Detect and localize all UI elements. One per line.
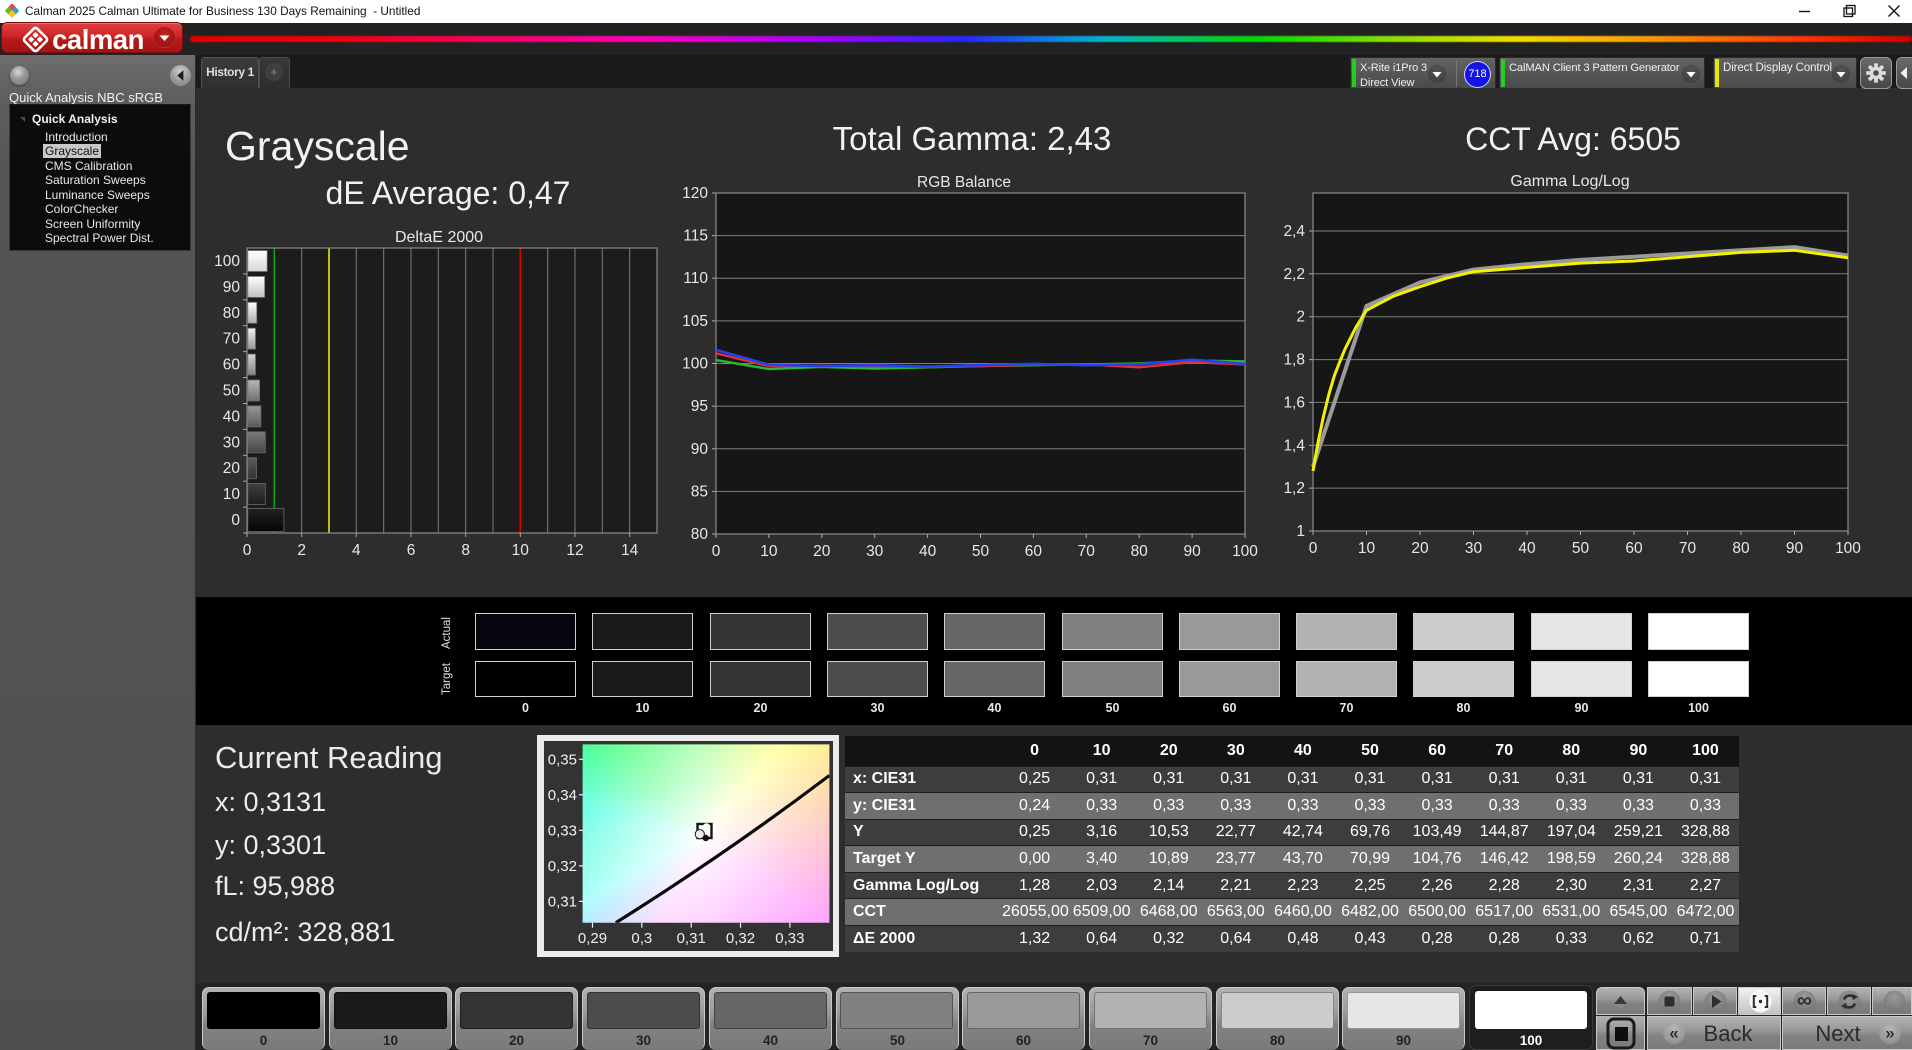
svg-text:0,32: 0,32 xyxy=(548,858,577,875)
svg-text:100: 100 xyxy=(214,253,240,270)
svg-text:80: 80 xyxy=(1732,540,1750,557)
svg-text:120: 120 xyxy=(682,185,708,202)
svg-text:«: « xyxy=(1669,1024,1678,1043)
svg-text:40: 40 xyxy=(919,543,937,560)
svg-text:20: 20 xyxy=(223,460,241,477)
svg-text:1,6: 1,6 xyxy=(1283,394,1305,411)
svg-text:0,33: 0,33 xyxy=(548,822,577,839)
svg-text:1,4: 1,4 xyxy=(1283,437,1305,454)
svg-text:12: 12 xyxy=(566,542,583,559)
svg-text:0: 0 xyxy=(243,542,252,559)
svg-text:2,2: 2,2 xyxy=(1283,266,1305,283)
svg-text:Total Gamma: 2,43: Total Gamma: 2,43 xyxy=(833,120,1112,157)
svg-text:40: 40 xyxy=(1518,540,1536,557)
svg-text:10: 10 xyxy=(512,542,530,559)
svg-text:8: 8 xyxy=(461,542,470,559)
svg-text:90: 90 xyxy=(1786,540,1804,557)
svg-text:50: 50 xyxy=(972,543,990,560)
svg-text:80: 80 xyxy=(223,305,241,322)
svg-text:0,31: 0,31 xyxy=(548,893,577,910)
svg-text:90: 90 xyxy=(691,441,709,458)
svg-text:»: » xyxy=(1885,1024,1894,1043)
svg-text:0,31: 0,31 xyxy=(677,930,706,947)
svg-text:30: 30 xyxy=(866,543,884,560)
svg-text:10: 10 xyxy=(223,486,241,503)
svg-text:105: 105 xyxy=(682,313,708,330)
svg-text:Grayscale: Grayscale xyxy=(225,123,410,169)
svg-text:14: 14 xyxy=(621,542,639,559)
svg-text:2: 2 xyxy=(297,542,306,559)
svg-text:0,34: 0,34 xyxy=(548,787,577,804)
svg-text:CCT Avg: 6505: CCT Avg: 6505 xyxy=(1465,121,1681,157)
svg-text:30: 30 xyxy=(223,434,241,451)
svg-text:Next: Next xyxy=(1815,1021,1860,1046)
svg-text:95: 95 xyxy=(691,398,708,415)
svg-text:10: 10 xyxy=(1358,540,1376,557)
svg-text:0,3: 0,3 xyxy=(631,930,652,947)
svg-text:∞: ∞ xyxy=(1797,989,1812,1012)
svg-text:110: 110 xyxy=(683,270,708,287)
svg-text:0: 0 xyxy=(712,543,721,560)
svg-text:20: 20 xyxy=(813,543,831,560)
svg-text:90: 90 xyxy=(1183,543,1201,560)
svg-text:2,4: 2,4 xyxy=(1283,223,1305,240)
svg-text:20: 20 xyxy=(1411,540,1429,557)
svg-text:1: 1 xyxy=(1296,523,1305,540)
svg-text:60: 60 xyxy=(1025,543,1043,560)
svg-text:Gamma Log/Log: Gamma Log/Log xyxy=(1510,173,1629,190)
svg-text:4: 4 xyxy=(352,542,361,559)
svg-text:100: 100 xyxy=(1835,540,1861,557)
svg-text:0,32: 0,32 xyxy=(726,930,755,947)
svg-text:0,29: 0,29 xyxy=(578,930,607,947)
svg-text:0: 0 xyxy=(231,512,240,529)
svg-text:40: 40 xyxy=(223,408,241,425)
svg-text:dE Average: 0,47: dE Average: 0,47 xyxy=(326,175,571,211)
svg-text:100: 100 xyxy=(682,356,708,373)
svg-text:2: 2 xyxy=(1296,309,1305,326)
svg-text:90: 90 xyxy=(223,279,241,296)
svg-text:115: 115 xyxy=(683,228,708,245)
svg-text:60: 60 xyxy=(223,357,241,374)
svg-text:0: 0 xyxy=(1309,540,1318,557)
svg-text:10: 10 xyxy=(760,543,778,560)
svg-text:1,2: 1,2 xyxy=(1283,480,1305,497)
svg-text:30: 30 xyxy=(1465,540,1483,557)
svg-text:DeltaE 2000: DeltaE 2000 xyxy=(395,229,483,246)
svg-text:0,33: 0,33 xyxy=(775,930,804,947)
svg-text:50: 50 xyxy=(1572,540,1590,557)
svg-text:RGB Balance: RGB Balance xyxy=(917,174,1011,191)
svg-text:80: 80 xyxy=(691,526,709,543)
svg-text:6: 6 xyxy=(407,542,416,559)
svg-text:0,35: 0,35 xyxy=(548,751,577,768)
svg-text:60: 60 xyxy=(1625,540,1643,557)
svg-text:70: 70 xyxy=(223,331,241,348)
svg-text:85: 85 xyxy=(691,483,708,500)
svg-text:70: 70 xyxy=(1078,543,1096,560)
svg-text:1,8: 1,8 xyxy=(1283,352,1305,369)
svg-text:70: 70 xyxy=(1679,540,1697,557)
svg-text:Back: Back xyxy=(1704,1021,1754,1046)
svg-text:50: 50 xyxy=(223,383,241,400)
svg-text:80: 80 xyxy=(1131,543,1149,560)
